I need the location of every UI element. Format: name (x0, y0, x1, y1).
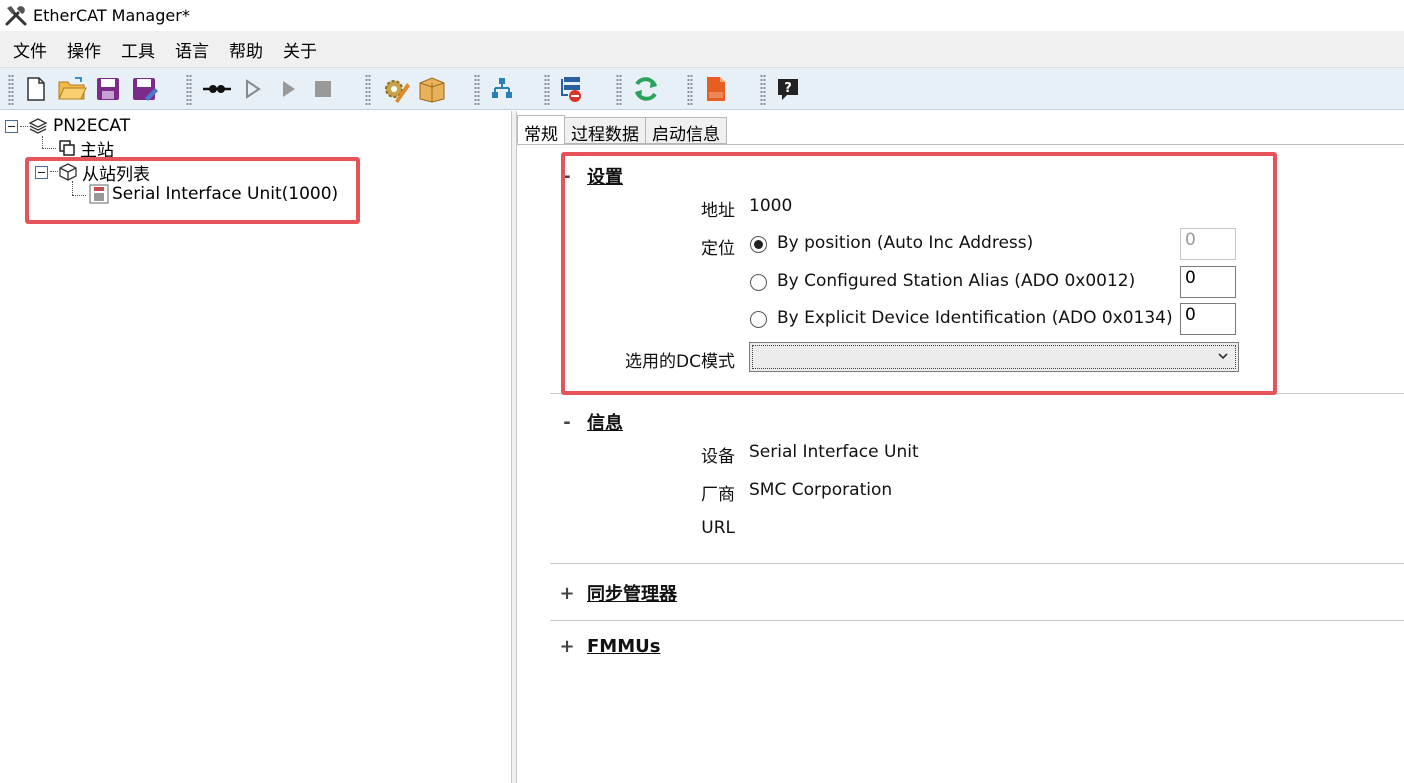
menu-tools[interactable]: 工具 (111, 33, 165, 66)
tab-startup[interactable]: 启动信息 (645, 117, 727, 145)
tree-item-master[interactable]: 主站 (58, 137, 114, 161)
esi-icon[interactable] (702, 74, 730, 104)
tools-icon (5, 5, 27, 25)
sync-manager-section-header[interactable]: + 同步管理器 (555, 580, 677, 606)
expand-section-icon[interactable]: + (555, 636, 579, 657)
tab-general[interactable]: 常规 (517, 115, 565, 145)
tree-label-root: PN2ECAT (53, 116, 131, 136)
menu-file[interactable]: 文件 (3, 33, 57, 66)
save-icon[interactable] (94, 74, 122, 104)
collapse-section-icon[interactable]: - (555, 412, 579, 433)
window-title: EtherCAT Manager* (33, 6, 190, 25)
expand-section-icon[interactable]: + (555, 583, 579, 604)
menu-language[interactable]: 语言 (165, 33, 219, 66)
open-folder-icon[interactable] (56, 74, 88, 104)
highlight-box (561, 152, 1277, 395)
toolbar-grip[interactable] (365, 74, 371, 106)
tab-process-data[interactable]: 过程数据 (564, 117, 646, 145)
info-section-title: 信息 (587, 413, 623, 434)
section-divider (550, 620, 1404, 621)
toolbar-grip[interactable] (8, 74, 14, 106)
settings-edit-icon[interactable] (380, 74, 412, 104)
toolbar-grip[interactable] (544, 74, 550, 106)
menu-about[interactable]: 关于 (273, 33, 327, 66)
svg-text:?: ? (784, 81, 792, 96)
section-divider (550, 563, 1404, 564)
stop-icon[interactable] (312, 74, 334, 104)
play-outline-icon[interactable] (242, 74, 264, 104)
save-as-icon[interactable] (130, 74, 160, 104)
collapse-icon[interactable] (5, 119, 18, 133)
layers-icon (28, 118, 48, 134)
highlight-box (25, 157, 360, 224)
url-label: URL (701, 518, 735, 538)
fmmu-section-title: FMMUs (587, 636, 661, 657)
toolbar-grip[interactable] (687, 74, 693, 106)
tree-item-root[interactable]: PN2ECAT (5, 115, 130, 137)
new-file-icon[interactable] (22, 74, 50, 104)
tree-connector (42, 136, 43, 148)
vendor-label: 厂商 (701, 485, 735, 505)
menu-operation[interactable]: 操作 (57, 33, 111, 66)
network-tree-icon[interactable] (488, 74, 516, 104)
device-value: Serial Interface Unit (749, 442, 919, 462)
toolbar-grip[interactable] (186, 74, 192, 106)
fmmu-section-header[interactable]: + FMMUs (555, 636, 660, 657)
config-stop-icon[interactable] (557, 74, 589, 104)
toolbar-grip[interactable] (474, 74, 480, 106)
connect-icon[interactable] (200, 74, 234, 104)
play-icon[interactable] (278, 74, 300, 104)
info-section-header[interactable]: - 信息 (555, 409, 623, 435)
title-bar: EtherCAT Manager* (0, 0, 1404, 31)
master-icon (59, 140, 75, 156)
toolbar-grip[interactable] (616, 74, 622, 106)
vendor-value: SMC Corporation (749, 480, 893, 500)
help-icon[interactable]: ? (774, 74, 802, 104)
refresh-icon[interactable] (630, 74, 662, 104)
tree-connector (42, 148, 56, 149)
package-icon[interactable] (416, 74, 448, 104)
toolbar-grip[interactable] (760, 74, 766, 106)
toolbar: ? (0, 67, 1404, 110)
menu-help[interactable]: 帮助 (219, 33, 273, 66)
tab-strip: 常规 过程数据 启动信息 (517, 115, 727, 145)
menu-bar: 文件 操作 工具 语言 帮助 关于 (0, 31, 1404, 67)
sync-manager-section-title: 同步管理器 (587, 584, 677, 605)
device-label: 设备 (701, 447, 735, 467)
